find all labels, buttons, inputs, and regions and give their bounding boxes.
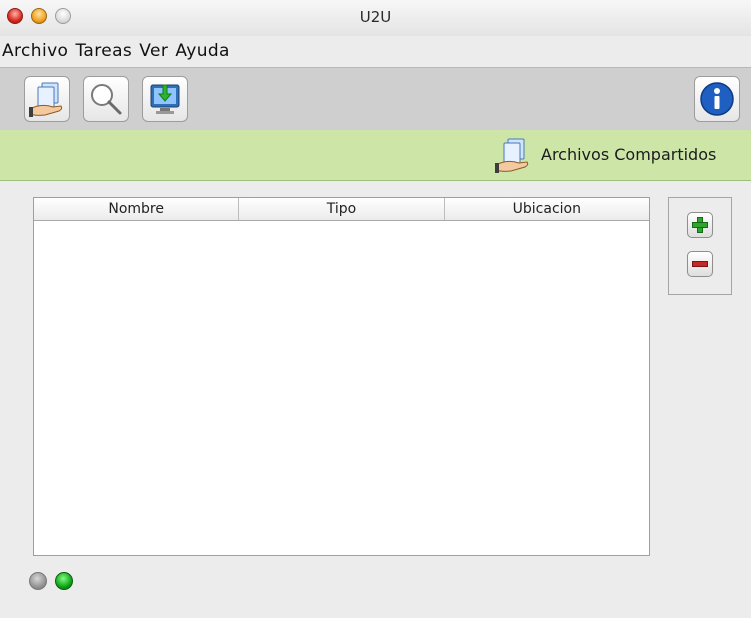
toolbar [0, 67, 751, 131]
column-header-ubicacion[interactable]: Ubicacion [445, 198, 649, 220]
download-monitor-icon [150, 84, 180, 114]
minus-icon [692, 261, 708, 267]
section-icon-wrap [492, 135, 534, 179]
menu-ayuda[interactable]: Ayuda [174, 36, 231, 67]
downloads-button[interactable] [142, 76, 188, 122]
main-content: Nombre Tipo Ubicacion [0, 181, 751, 618]
column-header-nombre[interactable]: Nombre [34, 198, 240, 220]
magnifier-icon [91, 84, 122, 115]
file-actions-panel [668, 197, 732, 295]
remove-file-button[interactable] [687, 251, 713, 277]
shared-files-table: Nombre Tipo Ubicacion [33, 197, 650, 556]
add-file-button[interactable] [687, 212, 713, 238]
menu-archivo[interactable]: Archivo [0, 36, 69, 67]
menu-bar: Archivo Tareas Ver Ayuda [0, 36, 751, 67]
plus-icon [692, 217, 708, 233]
shared-files-icon [29, 82, 63, 117]
menu-ver[interactable]: Ver [138, 36, 169, 67]
info-button[interactable] [694, 76, 740, 122]
search-button[interactable] [83, 76, 129, 122]
status-led-on [55, 572, 73, 590]
shared-files-icon [495, 138, 529, 173]
table-header: Nombre Tipo Ubicacion [34, 198, 649, 221]
column-header-tipo[interactable]: Tipo [239, 198, 445, 220]
section-header: Archivos Compartidos [0, 130, 751, 181]
app-window: U2U Archivo Tareas Ver Ayuda Archivos Co… [0, 0, 751, 618]
status-led-off [29, 572, 47, 590]
section-title: Archivos Compartidos [541, 145, 717, 164]
window-title: U2U [359, 8, 392, 26]
menu-tareas[interactable]: Tareas [74, 36, 133, 67]
table-body[interactable] [34, 221, 649, 555]
shared-files-button[interactable] [24, 76, 70, 122]
title-bar: U2U [0, 0, 751, 37]
info-icon [700, 82, 734, 116]
